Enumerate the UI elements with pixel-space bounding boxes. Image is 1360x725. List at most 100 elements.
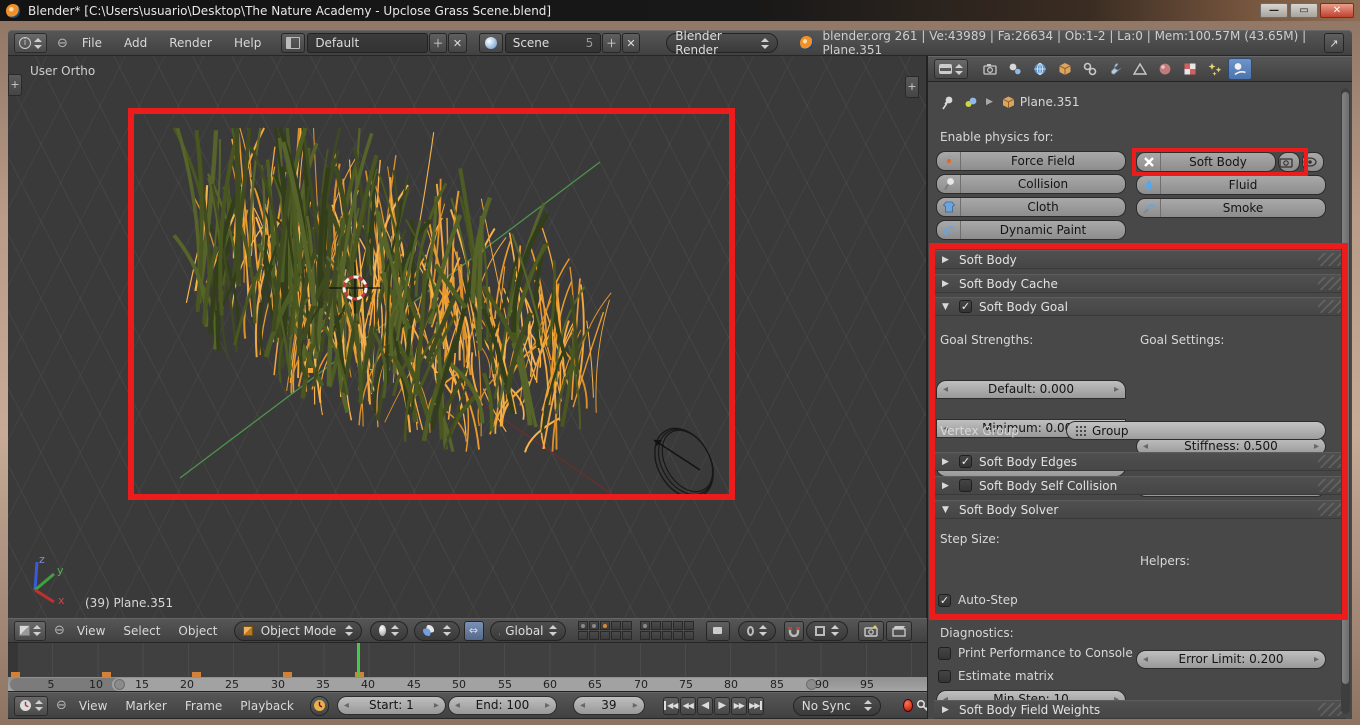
current-frame-line[interactable] bbox=[357, 643, 360, 677]
mode-dropdown[interactable]: Object Mode bbox=[234, 621, 362, 641]
maximize-button[interactable]: ▭ bbox=[1290, 3, 1318, 18]
snap-toggle-button[interactable] bbox=[784, 621, 804, 641]
panel-soft-body-cache[interactable]: ▶ Soft Body Cache bbox=[934, 274, 1346, 293]
collapse-menus-icon[interactable]: ⊖ bbox=[54, 623, 65, 638]
screen-layout-icon-button[interactable] bbox=[281, 33, 305, 53]
goal-default-slider[interactable]: Default: 0.000 bbox=[936, 380, 1126, 399]
frame-start-field[interactable]: Start: 1 bbox=[337, 696, 446, 715]
scene-delete-button[interactable]: ✕ bbox=[622, 33, 640, 53]
editor-type-button-3dview[interactable] bbox=[14, 621, 46, 641]
close-button[interactable]: ✕ bbox=[1320, 3, 1354, 18]
viewport-shading-dropdown[interactable] bbox=[370, 621, 408, 641]
frame-end-field[interactable]: End: 100 bbox=[448, 696, 557, 715]
error-limit-slider[interactable]: Error Limit: 0.200 bbox=[1136, 650, 1326, 669]
jump-to-start-button[interactable]: ◀◀ bbox=[663, 697, 679, 715]
object-data-icon[interactable] bbox=[963, 95, 978, 110]
soft-body-view-toggle[interactable] bbox=[1302, 152, 1324, 172]
panel-soft-body-edges[interactable]: ▶ ✓ Soft Body Edges bbox=[934, 452, 1346, 471]
breadcrumb-object-name[interactable]: Plane.351 bbox=[1020, 95, 1080, 109]
jump-prev-keyframe-button[interactable]: ◀◀ bbox=[680, 697, 696, 715]
window-duplicate-icon[interactable]: ↗ bbox=[1324, 33, 1344, 53]
editor-type-button-timeline[interactable] bbox=[14, 696, 48, 716]
force-field-button[interactable]: Force Field bbox=[936, 151, 1126, 171]
record-icon[interactable] bbox=[903, 699, 914, 712]
collapse-menus-icon[interactable]: ⊖ bbox=[56, 698, 67, 713]
tab-material[interactable] bbox=[1153, 58, 1177, 80]
dynamic-paint-button[interactable]: Dynamic Paint bbox=[936, 220, 1126, 240]
collapse-menus-icon[interactable]: ⊖ bbox=[57, 36, 68, 51]
print-performance-checkbox[interactable] bbox=[938, 647, 951, 660]
scrollbar-thumb[interactable] bbox=[1342, 92, 1349, 684]
panel-soft-body-field-weights[interactable]: ▶ Soft Body Field Weights bbox=[934, 700, 1346, 719]
menu-playback[interactable]: Playback bbox=[234, 699, 300, 713]
panel-soft-body-solver[interactable]: ▼ Soft Body Solver bbox=[934, 500, 1346, 519]
lock-to-scene-button[interactable] bbox=[706, 621, 730, 641]
menu-select[interactable]: Select bbox=[117, 624, 166, 638]
play-reverse-button[interactable]: ◀ bbox=[697, 697, 713, 715]
tab-scene[interactable] bbox=[1003, 58, 1027, 80]
goal-checkbox[interactable]: ✓ bbox=[959, 300, 972, 313]
tab-object[interactable] bbox=[1053, 58, 1077, 80]
menu-view[interactable]: View bbox=[73, 699, 113, 713]
layout-delete-button[interactable]: ✕ bbox=[448, 33, 466, 53]
menu-frame[interactable]: Frame bbox=[179, 699, 228, 713]
jump-to-end-button[interactable]: ▶▶ bbox=[748, 697, 764, 715]
pivot-point-dropdown[interactable] bbox=[414, 621, 460, 641]
scene-icon-button[interactable] bbox=[479, 33, 503, 53]
menu-file[interactable]: File bbox=[76, 36, 108, 50]
tab-render[interactable] bbox=[978, 58, 1002, 80]
render-engine-dropdown[interactable]: Blender Render bbox=[666, 33, 777, 53]
layers-widget-top[interactable] bbox=[578, 621, 632, 640]
ruler-scroll-left-knob[interactable] bbox=[114, 679, 125, 690]
menu-object[interactable]: Object bbox=[172, 624, 223, 638]
smoke-button[interactable]: Smoke bbox=[1136, 198, 1326, 218]
menu-add[interactable]: Add bbox=[118, 36, 153, 50]
ruler-scroll-handle[interactable] bbox=[112, 678, 822, 691]
self-collision-checkbox[interactable] bbox=[959, 479, 972, 492]
toolshelf-expand-tab[interactable]: + bbox=[8, 74, 22, 96]
properties-region-expand-tab[interactable]: + bbox=[905, 76, 919, 98]
screen-layout-field[interactable]: Default bbox=[307, 33, 427, 53]
menu-marker[interactable]: Marker bbox=[119, 699, 172, 713]
vertex-group-field[interactable]: Group bbox=[1066, 421, 1326, 440]
manipulator-toggle-button[interactable]: ⇔ bbox=[464, 621, 484, 641]
proportional-edit-dropdown[interactable] bbox=[738, 621, 776, 641]
panel-soft-body-self-collision[interactable]: ▶ Soft Body Self Collision bbox=[934, 476, 1346, 495]
timeline-ruler[interactable]: 5 10 15 20 25 30 35 40 45 50 55 60 65 70… bbox=[8, 677, 927, 692]
estimate-matrix-checkbox[interactable] bbox=[938, 670, 951, 683]
jump-next-keyframe-button[interactable]: ▶▶ bbox=[731, 697, 747, 715]
tab-physics[interactable] bbox=[1228, 58, 1252, 80]
transform-orientation-dropdown[interactable]: Global bbox=[490, 621, 566, 641]
tab-object-data[interactable] bbox=[1128, 58, 1152, 80]
ruler-scroll-left-cap[interactable] bbox=[10, 678, 120, 691]
cloth-button[interactable]: Cloth bbox=[936, 197, 1126, 217]
auto-step-checkbox[interactable]: ✓ bbox=[938, 594, 951, 607]
layout-add-button[interactable]: ＋ bbox=[429, 33, 447, 53]
fluid-button[interactable]: Fluid bbox=[1136, 175, 1326, 195]
menu-help[interactable]: Help bbox=[228, 36, 267, 50]
soft-body-button[interactable]: Soft Body bbox=[1136, 152, 1276, 172]
collision-button[interactable]: Collision bbox=[936, 174, 1126, 194]
tab-modifiers[interactable] bbox=[1103, 58, 1127, 80]
scene-add-button[interactable]: ＋ bbox=[602, 33, 620, 53]
timeline-track[interactable]: 5 10 15 20 25 30 35 40 45 50 55 60 65 70… bbox=[8, 643, 927, 692]
properties-scrollbar[interactable] bbox=[1341, 88, 1350, 714]
editor-type-button-info[interactable]: i bbox=[14, 33, 47, 53]
render-opengl-button[interactable] bbox=[858, 621, 884, 641]
menu-render[interactable]: Render bbox=[163, 36, 218, 50]
only-selected-toggle-button[interactable] bbox=[310, 696, 329, 716]
current-frame-field[interactable]: 39 bbox=[573, 696, 645, 715]
minimize-button[interactable]: — bbox=[1260, 3, 1288, 18]
tab-constraints[interactable] bbox=[1078, 58, 1102, 80]
panel-soft-body[interactable]: ▶ Soft Body bbox=[934, 250, 1346, 269]
keying-set-icon[interactable] bbox=[916, 699, 927, 713]
scene-field[interactable]: Scene 5 bbox=[505, 33, 602, 53]
soft-body-render-toggle[interactable] bbox=[1278, 152, 1300, 172]
tab-world[interactable] bbox=[1028, 58, 1052, 80]
sync-dropdown[interactable]: No Sync bbox=[793, 696, 881, 716]
layers-widget-bottom[interactable] bbox=[640, 621, 694, 640]
panel-soft-body-goal[interactable]: ▼ ✓ Soft Body Goal bbox=[934, 297, 1346, 316]
tab-particles[interactable] bbox=[1203, 58, 1227, 80]
snap-element-dropdown[interactable] bbox=[806, 621, 848, 641]
play-button[interactable]: ▶ bbox=[714, 697, 730, 715]
